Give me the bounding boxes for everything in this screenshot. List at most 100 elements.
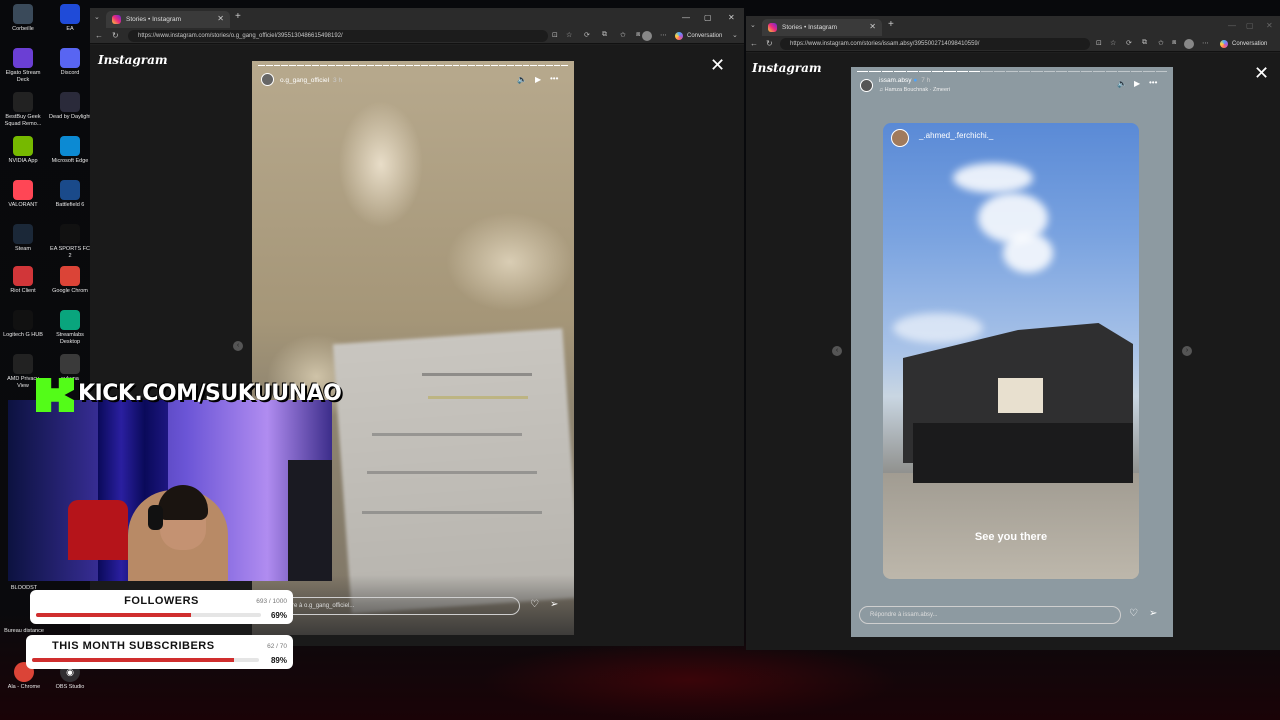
reply-input[interactable]: Répondre à issam.absy... [859, 606, 1121, 624]
instagram-logo[interactable]: Instagram [752, 61, 822, 75]
minimize-button[interactable]: — [1228, 21, 1236, 30]
desktop-icon-label: Google Chrom [52, 288, 88, 294]
story-avatar[interactable] [860, 79, 873, 92]
favorites-icon[interactable]: ✩ [1158, 39, 1164, 47]
desktop-icon-label: Corbeille [12, 26, 34, 32]
url-field[interactable]: https://www.instagram.com/stories/o.g_ga… [128, 30, 548, 42]
desktop-icon-bureau[interactable]: Bureau distance [2, 628, 46, 635]
favorite-star-icon[interactable]: ☆ [1110, 39, 1116, 47]
read-aloud-icon[interactable]: ⊡ [552, 31, 558, 39]
reply-input[interactable]: Répondre à o.g_gang_officiel... [260, 597, 520, 615]
story-options-icon[interactable]: ••• [550, 74, 558, 83]
sidebar-chevron-icon[interactable]: ⌄ [732, 31, 738, 39]
close-window-button[interactable]: ✕ [1266, 21, 1273, 30]
more-menu-icon[interactable]: ⋯ [660, 31, 667, 39]
desktop-icon[interactable]: Steam [1, 224, 45, 253]
collections-icon[interactable]: ⧈ [636, 31, 640, 39]
desktop-icon-label: NVIDIA App [8, 158, 38, 164]
new-tab-button[interactable]: + [888, 19, 894, 30]
minimize-button[interactable]: — [682, 13, 690, 22]
desktop-icon[interactable]: Discord [48, 48, 92, 77]
back-icon[interactable]: ← [750, 39, 758, 48]
tab-stories[interactable]: Stories • Instagram ✕ [762, 19, 882, 36]
tab-actions-icon[interactable]: ⌄ [750, 21, 756, 29]
desktop-icon[interactable]: Battlefield 6 [48, 180, 92, 209]
profile-avatar[interactable] [1184, 39, 1194, 49]
desktop-icon[interactable]: Corbeille [1, 4, 45, 33]
desktop-icon[interactable]: VALORANT [1, 180, 45, 209]
story-music[interactable]: ♫ Hamza Bouchnak · Zmeeri [879, 87, 950, 93]
close-tab-icon[interactable]: ✕ [869, 22, 876, 31]
extensions-icon[interactable]: ⧉ [1142, 39, 1147, 47]
send-icon[interactable]: ➢ [550, 599, 558, 610]
copilot-label: Conversation [687, 33, 723, 39]
story-user[interactable]: issam.absy ● 7 h [879, 77, 930, 84]
favorite-star-icon[interactable]: ☆ [566, 31, 572, 39]
desktop-icon[interactable]: Microsoft Edge [48, 136, 92, 165]
reload-icon[interactable]: ↻ [112, 31, 119, 40]
tab-stories[interactable]: Stories • Instagram ✕ [106, 11, 230, 28]
verified-badge-icon: ● [913, 77, 918, 84]
desktop-icon[interactable]: Riot Client [1, 266, 45, 295]
like-icon[interactable]: ♡ [530, 599, 539, 610]
collections-icon[interactable]: ⧈ [1172, 39, 1176, 47]
back-icon[interactable]: ← [95, 31, 103, 40]
mute-icon[interactable]: 🔈 [517, 75, 527, 84]
desktop-icon[interactable]: EA [48, 4, 92, 33]
subscribers-goal-label: THIS MONTH SUBSCRIBERS [52, 640, 215, 652]
desktop-icon-label: EA SPORTS FC 2 [50, 246, 90, 259]
close-stories-icon[interactable]: ✕ [710, 55, 725, 76]
play-icon[interactable]: ▶ [1134, 79, 1140, 88]
instagram-logo[interactable]: Instagram [98, 53, 168, 67]
desktop-icon[interactable]: Streamlabs Desktop [48, 310, 92, 346]
send-icon[interactable]: ➢ [1149, 608, 1157, 619]
previous-story-icon[interactable]: ‹ [832, 346, 842, 356]
desktop-icon[interactable]: Logitech G HUB [1, 310, 45, 339]
refresh-extension-icon[interactable]: ⟳ [1126, 39, 1132, 47]
story-progress [857, 71, 1167, 73]
story-time: 7 h [921, 77, 931, 84]
copilot-button[interactable]: Conversation [1220, 38, 1267, 50]
cloud [953, 163, 1033, 193]
maximize-button[interactable]: ▢ [1246, 21, 1254, 30]
desktop-icon-label: VALORANT [8, 202, 38, 208]
new-tab-button[interactable]: + [235, 11, 241, 22]
story-options-icon[interactable]: ••• [1149, 78, 1157, 87]
battlefield-icon [60, 180, 80, 200]
desktop-icon[interactable]: Google Chrom [48, 266, 92, 295]
desktop-icon-label: Microsoft Edge [51, 158, 89, 164]
desktop-icon[interactable]: BestBuy Geek Squad Remo... [1, 92, 45, 128]
refresh-extension-icon[interactable]: ⟳ [584, 31, 590, 39]
nvidia-icon [13, 136, 33, 156]
more-menu-icon[interactable]: ⋯ [1202, 39, 1209, 47]
url-field[interactable]: https://www.instagram.com/stories/issam.… [780, 38, 1090, 50]
close-tab-icon[interactable]: ✕ [217, 14, 224, 23]
profile-avatar[interactable] [642, 31, 652, 41]
close-window-button[interactable]: ✕ [728, 13, 735, 22]
story-user[interactable]: o.g_gang_officiel 3 h [280, 77, 342, 84]
desktop-icon[interactable]: Elgato Stream Deck [1, 48, 45, 84]
extensions-icon[interactable]: ⧉ [602, 31, 607, 39]
next-story-icon[interactable]: › [1182, 346, 1192, 356]
desktop-icon-label: Riot Client [10, 288, 36, 294]
desktop-icon[interactable]: NVIDIA App [1, 136, 45, 165]
tab-actions-icon[interactable]: ⌄ [94, 13, 100, 21]
followers-goal-pct: 69% [270, 611, 287, 620]
pause-icon[interactable]: ▶ [535, 75, 541, 84]
desktop-icon[interactable]: EA SPORTS FC 2 [48, 224, 92, 260]
story-viewer[interactable]: issam.absy ● 7 h ♫ Hamza Bouchnak · Zmeer… [851, 67, 1173, 637]
desktop-icon[interactable]: Dead by Daylight [48, 92, 92, 121]
copilot-button[interactable]: Conversation [675, 30, 722, 42]
previous-story-icon[interactable]: ‹ [233, 341, 243, 351]
read-aloud-icon[interactable]: ⊡ [1096, 39, 1102, 47]
favorites-icon[interactable]: ✩ [620, 31, 626, 39]
mute-icon[interactable]: 🔈 [1117, 79, 1127, 88]
copilot-icon [675, 32, 683, 40]
like-icon[interactable]: ♡ [1129, 608, 1138, 619]
story-avatar[interactable] [261, 73, 274, 86]
ea-icon [60, 4, 80, 24]
desktop-icon-label: Elgato Stream Deck [5, 70, 41, 83]
reload-icon[interactable]: ↻ [766, 39, 773, 48]
close-stories-icon[interactable]: ✕ [1254, 63, 1269, 84]
maximize-button[interactable]: ▢ [704, 13, 712, 22]
